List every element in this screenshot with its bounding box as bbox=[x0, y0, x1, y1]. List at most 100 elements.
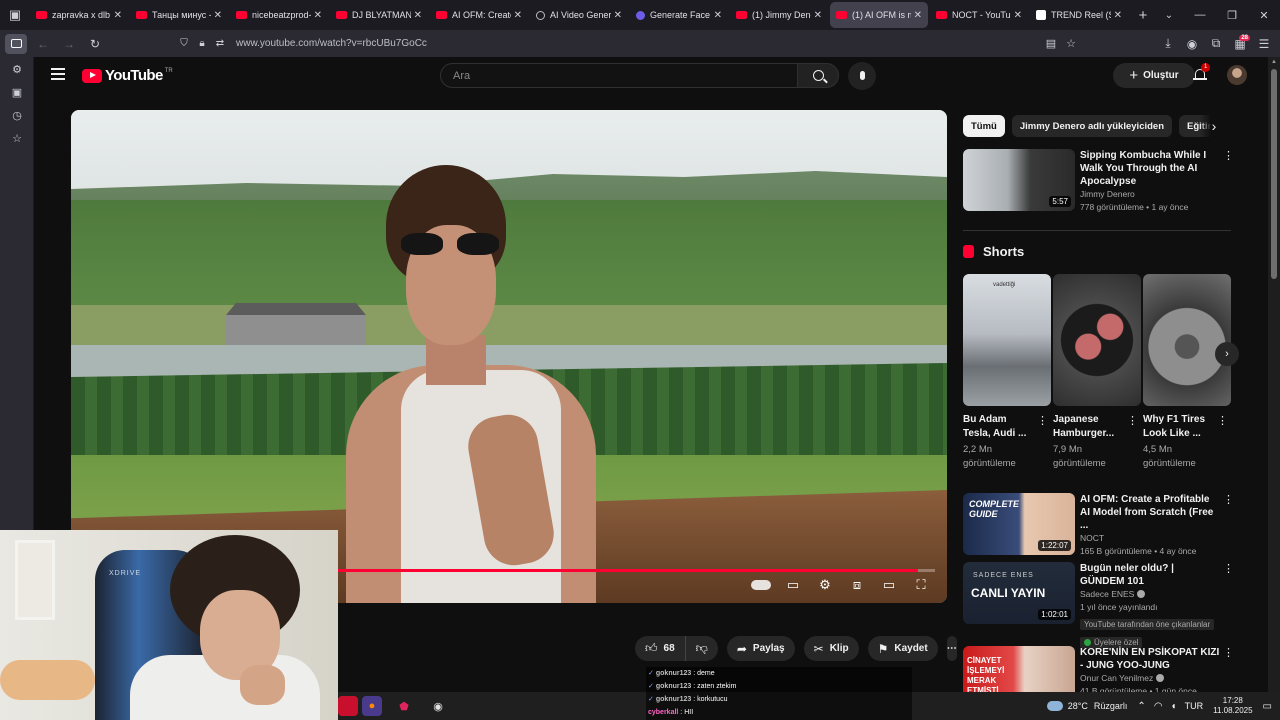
search-button[interactable] bbox=[797, 63, 839, 88]
reload-button[interactable]: ↻ bbox=[83, 32, 107, 56]
share-button[interactable]: ➦ Paylaş bbox=[726, 636, 795, 661]
channel-name[interactable]: NOCT bbox=[1080, 532, 1220, 545]
browser-tab[interactable]: DJ BLYATMAN -✕ bbox=[330, 2, 428, 28]
fullscreen-icon[interactable]: ⛶ bbox=[905, 577, 937, 593]
clock[interactable]: 17:28 11.08.2025 bbox=[1213, 696, 1252, 716]
tab-close-icon[interactable]: ✕ bbox=[914, 10, 922, 21]
extensions-icon[interactable]: ⧉ bbox=[1204, 36, 1228, 51]
close-window-button[interactable]: ✕ bbox=[1248, 0, 1280, 30]
browser-tab[interactable]: (1) AI OFM is mo✕ bbox=[830, 2, 928, 28]
tab-close-icon[interactable]: ✕ bbox=[514, 10, 522, 21]
short-thumbnail[interactable] bbox=[1143, 274, 1231, 406]
browser-tab[interactable]: Generate Face | ✕ bbox=[630, 2, 728, 28]
save-button[interactable]: ⚑ Kaydet bbox=[867, 636, 938, 661]
account-icon[interactable]: ◉ bbox=[1180, 37, 1204, 51]
settings-gear-icon[interactable]: ⚙ bbox=[809, 577, 841, 593]
miniplayer-icon[interactable]: ⧈ bbox=[841, 577, 873, 593]
shorts-next-chevron-icon[interactable]: › bbox=[1215, 342, 1239, 366]
browser-tab[interactable]: TREND Reel (Stra✕ bbox=[1030, 2, 1128, 28]
sidebar-toggle-button[interactable] bbox=[5, 33, 27, 54]
short-item[interactable]: vadettiği Bu Adam Tesla, Audi ... 2,2 Mn… bbox=[963, 274, 1051, 474]
short-thumbnail[interactable]: vadettiği bbox=[963, 274, 1051, 406]
forward-button[interactable]: → bbox=[57, 32, 81, 56]
browser-tab[interactable]: zapravka x dlb - ✕ bbox=[30, 2, 128, 28]
video-title[interactable]: Sipping Kombucha While I Walk You Throug… bbox=[1080, 149, 1220, 188]
autoplay-toggle[interactable] bbox=[745, 577, 777, 593]
notifications-button[interactable]: 1 bbox=[1192, 63, 1211, 83]
obs-taskbar-icon[interactable]: ◉ bbox=[428, 696, 448, 716]
bookmark-star-icon[interactable]: ☆ bbox=[1061, 37, 1081, 50]
tab-close-icon[interactable]: ✕ bbox=[1014, 10, 1022, 21]
scroll-up-arrow-icon[interactable]: ▲ bbox=[1268, 59, 1280, 65]
weather-text[interactable]: Rüzgarlı bbox=[1094, 701, 1128, 711]
taskbar-app-red[interactable] bbox=[338, 696, 358, 716]
guide-menu-icon[interactable] bbox=[51, 68, 65, 83]
downloads-icon[interactable]: ⤓ bbox=[1156, 36, 1180, 51]
history-icon[interactable]: ◷ bbox=[0, 105, 34, 128]
addon-icon[interactable]: ▦ 28 bbox=[1228, 34, 1252, 51]
subtitles-icon[interactable]: ▭ bbox=[777, 577, 809, 593]
channel-name[interactable]: Jimmy Denero bbox=[1080, 188, 1220, 201]
voice-search-button[interactable] bbox=[848, 62, 876, 90]
recommendation-item[interactable]: 5:57 Sipping Kombucha While I Walk You T… bbox=[963, 149, 1234, 213]
browser-tab[interactable]: nicebeatzprod-n ✕ bbox=[230, 2, 328, 28]
like-button[interactable]: 👍︎ 68 bbox=[635, 636, 686, 661]
video-thumbnail[interactable]: 5:57 bbox=[963, 149, 1075, 211]
browser-tab[interactable]: Танцы минус - ✕ bbox=[130, 2, 228, 28]
back-button[interactable]: ← bbox=[31, 32, 55, 56]
chips-next-chevron-icon[interactable]: › bbox=[1200, 115, 1228, 137]
scrollbar-thumb[interactable] bbox=[1271, 69, 1277, 279]
menu-icon[interactable]: ☰ bbox=[1252, 37, 1276, 51]
clip-button[interactable]: ✂ Klip bbox=[803, 636, 859, 661]
recommendation-item[interactable]: COMPLETE GUIDE 1:22:07 AI OFM: Create a … bbox=[963, 493, 1234, 557]
tab-close-icon[interactable]: ✕ bbox=[614, 10, 622, 21]
video-title[interactable]: Bugün neler oldu? | GÜNDEM 101 bbox=[1080, 562, 1220, 588]
more-options-icon[interactable]: ⋮ bbox=[1217, 414, 1228, 427]
reader-view-icon[interactable]: ▤ bbox=[1041, 37, 1061, 50]
page-scrollbar[interactable]: ▲ ▼ bbox=[1268, 57, 1280, 720]
firefox-taskbar-icon[interactable]: ● bbox=[362, 696, 382, 716]
more-options-icon[interactable]: ⋮ bbox=[1223, 562, 1234, 575]
ai-chatbot-icon[interactable]: ⚙ bbox=[0, 59, 34, 82]
create-button[interactable]: + Oluştur bbox=[1113, 63, 1195, 88]
search-input[interactable] bbox=[441, 64, 797, 87]
browser-tab[interactable]: NOCT - YouTube✕ bbox=[930, 2, 1028, 28]
more-options-icon[interactable]: ⋮ bbox=[1127, 414, 1138, 427]
notification-center-icon[interactable]: ▭ bbox=[1263, 701, 1272, 712]
tab-close-icon[interactable]: ✕ bbox=[314, 10, 322, 21]
tracking-shield-icon[interactable]: ⛉ bbox=[176, 38, 192, 49]
chip-from-uploader[interactable]: Jimmy Denero adlı yükleyiciden bbox=[1011, 115, 1173, 137]
tab-close-icon[interactable]: ✕ bbox=[114, 10, 122, 21]
video-title[interactable]: KORE'NİN EN PSİKOPAT KIZI - JUNG YOO-JUN… bbox=[1080, 646, 1220, 672]
url-text[interactable]: www.youtube.com/watch?v=rbcUBu7GoCc bbox=[236, 38, 427, 49]
new-tab-button[interactable]: + bbox=[1130, 7, 1156, 24]
language-indicator[interactable]: TUR bbox=[1185, 701, 1204, 711]
short-item[interactable]: Japanese Hamburger... 7,9 Mn görüntüleme… bbox=[1053, 274, 1141, 474]
short-title[interactable]: Japanese Hamburger... bbox=[1053, 413, 1123, 441]
tab-close-icon[interactable]: ✕ bbox=[814, 10, 822, 21]
video-thumbnail[interactable]: SADECE ENES CANLI YAYIN 1:02:01 bbox=[963, 562, 1075, 624]
lock-icon[interactable]: 🔒︎ bbox=[194, 38, 210, 49]
temperature[interactable]: 28°C bbox=[1068, 701, 1088, 711]
short-item[interactable]: Why F1 Tires Look Like ... 4,5 Mn görünt… bbox=[1143, 274, 1231, 474]
permissions-icon[interactable]: ⇄ bbox=[212, 38, 228, 49]
restore-button[interactable]: ❐ bbox=[1216, 0, 1248, 30]
browser-tab[interactable]: (1) Jimmy Dener✕ bbox=[730, 2, 828, 28]
minimize-button[interactable]: — bbox=[1184, 0, 1216, 30]
more-options-icon[interactable]: ⋮ bbox=[1223, 149, 1234, 162]
tab-list-icon[interactable]: ▣ bbox=[0, 0, 30, 30]
more-options-icon[interactable]: ⋮ bbox=[1223, 493, 1234, 506]
synced-tabs-icon[interactable]: ▣ bbox=[0, 82, 34, 105]
volume-icon[interactable]: ◖ bbox=[1171, 701, 1177, 712]
browser-tab[interactable]: AI OFM: Create a✕ bbox=[430, 2, 528, 28]
channel-name[interactable]: Onur Can Yenilmez bbox=[1080, 672, 1220, 685]
video-title[interactable]: AI OFM: Create a Profitable AI Model fro… bbox=[1080, 493, 1220, 532]
tab-overflow-chevron-icon[interactable]: ⌄ bbox=[1156, 10, 1182, 21]
location-pin-taskbar-icon[interactable]: ⬟ bbox=[394, 696, 414, 716]
browser-tab[interactable]: AI Video Generat✕ bbox=[530, 2, 628, 28]
dislike-button[interactable]: 👎︎ bbox=[686, 641, 718, 656]
video-thumbnail[interactable]: COMPLETE GUIDE 1:22:07 bbox=[963, 493, 1075, 555]
tab-close-icon[interactable]: ✕ bbox=[214, 10, 222, 21]
bookmarks-icon[interactable]: ☆ bbox=[0, 128, 34, 151]
more-options-icon[interactable]: ⋮ bbox=[1223, 646, 1234, 659]
